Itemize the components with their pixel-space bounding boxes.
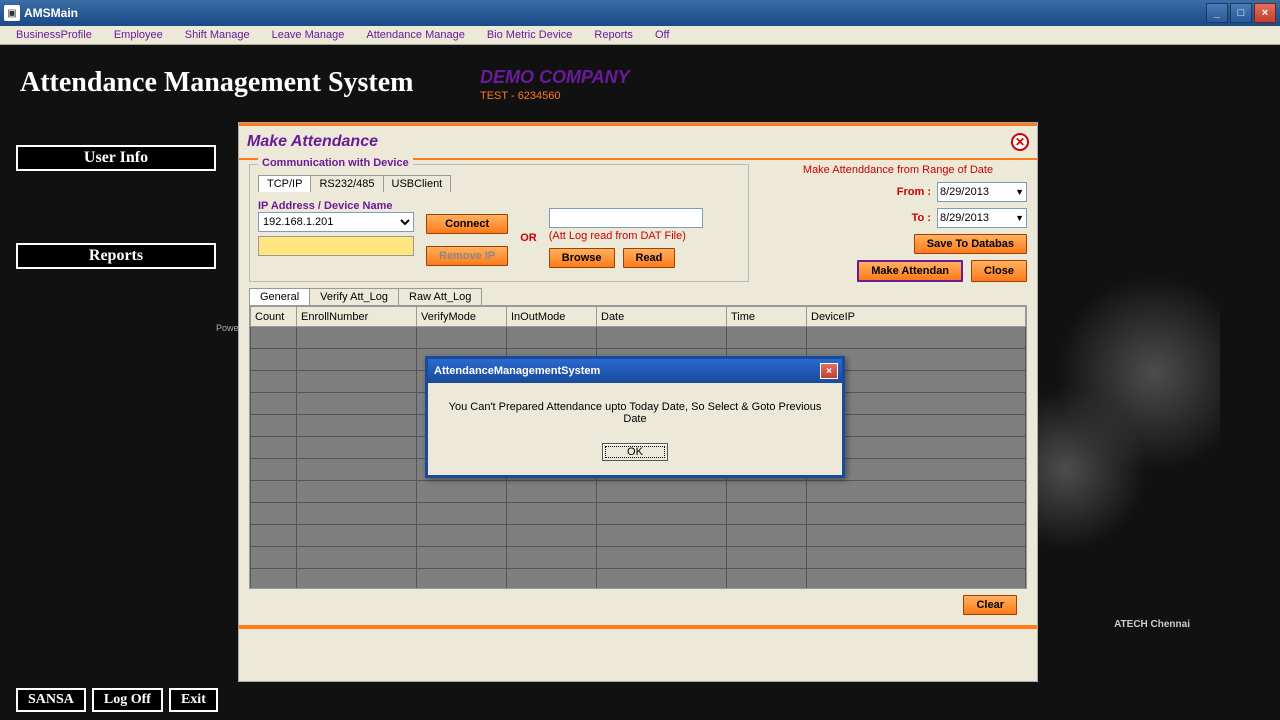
close-button[interactable]: Close — [971, 260, 1027, 282]
menu-shiftmanage[interactable]: Shift Manage — [175, 27, 260, 43]
date-range-section: Make Attenddance from Range of Date From… — [749, 164, 1027, 282]
menu-leavemanage[interactable]: Leave Manage — [262, 27, 355, 43]
chevron-down-icon: ▼ — [1015, 213, 1024, 223]
col-deviceip[interactable]: DeviceIP — [807, 307, 1026, 327]
tab-raw-attlog[interactable]: Raw Att_Log — [398, 288, 482, 305]
bottom-logoff[interactable]: Log Off — [92, 688, 163, 712]
app-icon: ▣ — [4, 5, 20, 21]
col-verifymode[interactable]: VerifyMode — [417, 307, 507, 327]
col-enrollnumber[interactable]: EnrollNumber — [297, 307, 417, 327]
company-sub: TEST - 6234560 — [480, 90, 630, 102]
to-date-picker[interactable]: 8/29/2013▼ — [937, 208, 1027, 228]
col-time[interactable]: Time — [727, 307, 807, 327]
make-attendance-title: Make Attendance — [247, 133, 1011, 151]
menu-reports[interactable]: Reports — [584, 27, 643, 43]
sidebar-userinfo[interactable]: User Info — [16, 145, 216, 171]
table-row — [251, 327, 1026, 349]
app-title: Attendance Management System — [20, 67, 480, 99]
make-attendance-close-icon[interactable]: ✕ — [1011, 133, 1029, 151]
table-row — [251, 569, 1026, 590]
save-to-database-button[interactable]: Save To Databas — [914, 234, 1027, 254]
from-date-picker[interactable]: 8/29/2013▼ — [937, 182, 1027, 202]
menu-employee[interactable]: Employee — [104, 27, 173, 43]
device-name-input[interactable] — [258, 236, 414, 256]
ip-address-label: IP Address / Device Name — [258, 200, 414, 212]
chevron-down-icon: ▼ — [1015, 187, 1024, 197]
alert-title: AttendanceManagementSystem — [432, 365, 820, 377]
col-count[interactable]: Count — [251, 307, 297, 327]
col-inoutmode[interactable]: InOutMode — [507, 307, 597, 327]
bottom-exit[interactable]: Exit — [169, 688, 218, 712]
window-titlebar: ▣ AMSMain _ □ × — [0, 0, 1280, 26]
to-label: To : — [912, 212, 931, 224]
alert-message: You Can't Prepared Attendance upto Today… — [440, 401, 830, 425]
minimize-button[interactable]: _ — [1206, 3, 1228, 23]
menu-attendancemanage[interactable]: Attendance Manage — [356, 27, 474, 43]
tab-usbclient[interactable]: USBClient — [383, 175, 452, 192]
tab-general[interactable]: General — [249, 288, 310, 305]
window-title: AMSMain — [24, 6, 1206, 20]
make-attendance-button[interactable]: Make Attendan — [857, 260, 963, 282]
clear-button[interactable]: Clear — [963, 595, 1017, 615]
alert-close-icon[interactable]: × — [820, 363, 838, 379]
browse-button[interactable]: Browse — [549, 248, 615, 268]
communication-group: Communication with Device TCP/IP RS232/4… — [249, 164, 749, 282]
range-title: Make Attenddance from Range of Date — [769, 164, 1027, 176]
tab-tcpip[interactable]: TCP/IP — [258, 175, 311, 192]
menu-biometricdevice[interactable]: Bio Metric Device — [477, 27, 583, 43]
dat-file-label: (Att Log read from DAT File) — [549, 230, 703, 242]
alert-dialog: AttendanceManagementSystem × You Can't P… — [425, 356, 845, 478]
or-label: OR — [520, 232, 537, 244]
table-row — [251, 525, 1026, 547]
window-close-button[interactable]: × — [1254, 3, 1276, 23]
col-date[interactable]: Date — [597, 307, 727, 327]
table-row — [251, 547, 1026, 569]
connect-button[interactable]: Connect — [426, 214, 508, 234]
alert-ok-button[interactable]: OK — [602, 443, 668, 461]
tab-rs232[interactable]: RS232/485 — [310, 175, 383, 192]
menu-businessprofile[interactable]: BusinessProfile — [6, 27, 102, 43]
read-button[interactable]: Read — [623, 248, 676, 268]
dat-file-input[interactable] — [549, 208, 703, 228]
sidebar-reports[interactable]: Reports — [16, 243, 216, 269]
bottom-sansa[interactable]: SANSA — [16, 688, 86, 712]
maximize-button[interactable]: □ — [1230, 3, 1252, 23]
communication-legend: Communication with Device — [258, 157, 413, 169]
tab-verify-attlog[interactable]: Verify Att_Log — [309, 288, 399, 305]
from-label: From : — [897, 186, 931, 198]
menu-bar: BusinessProfile Employee Shift Manage Le… — [0, 26, 1280, 45]
menu-off[interactable]: Off — [645, 27, 679, 43]
table-row — [251, 481, 1026, 503]
company-name: DEMO COMPANY — [480, 67, 630, 88]
remove-ip-button[interactable]: Remove IP — [426, 246, 508, 266]
vendor-label: ATECH Chennai — [1114, 619, 1190, 630]
ip-address-select[interactable]: 192.168.1.201 — [258, 212, 414, 232]
table-row — [251, 503, 1026, 525]
